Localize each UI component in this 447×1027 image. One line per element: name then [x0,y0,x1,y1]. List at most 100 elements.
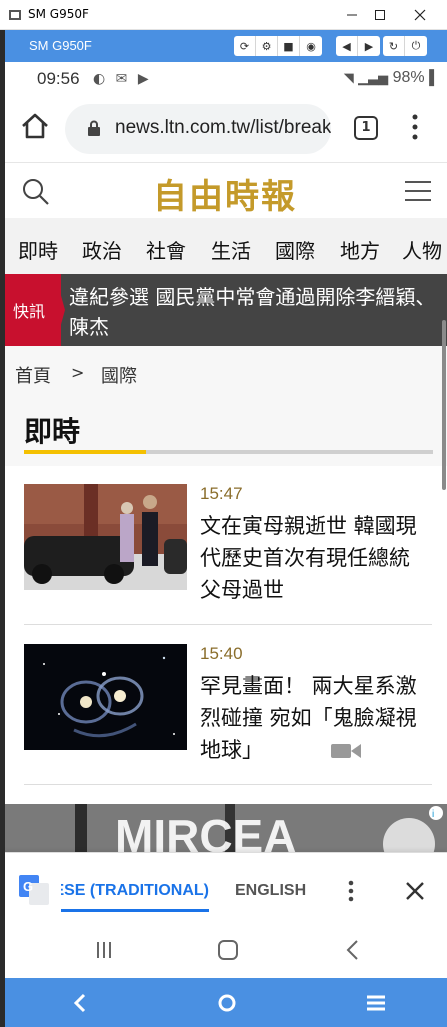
target-language-tab[interactable]: ENGLISH [235,882,306,900]
mirror-bottom-bar [5,978,447,1027]
home-icon[interactable] [19,110,51,142]
volume-down-button[interactable]: ◀ [336,36,358,56]
article-title[interactable]: 罕見畫面！ 兩大星系激烈碰撞 宛如「鬼臉凝視地球」 [200,670,430,766]
video-button[interactable]: ■ [278,36,300,56]
refresh-button[interactable]: ↻ [383,36,405,56]
section-underline [24,450,433,454]
svg-text:G: G [23,879,33,894]
svg-text:i: i [432,809,434,820]
close-icon[interactable] [403,879,427,903]
device-toolbar: SM G950F ⟳ ⚙ ■ ◉ ◀ ▶ ↻ ⏻ [5,30,447,62]
article-list: 15:47 文在寅母親逝世 韓國現代歷史首次有現任總統父母過世 15:40 罕見… [5,466,447,806]
list-item[interactable]: 15:47 文在寅母親逝世 韓國現代歷史首次有現任總統父母過世 [5,466,447,624]
source-language-underline [61,909,209,912]
video-icon: ■ [283,39,294,53]
menu-icon [367,995,385,1011]
source-language-tab[interactable]: CHINESE (TRADITIONAL) [61,882,209,900]
svg-text:MIRCEA: MIRCEA [115,810,296,856]
breadcrumb-current[interactable]: 國際 [101,362,137,388]
maximize-icon [375,10,385,20]
volume-down-icon: ◀ [342,39,351,53]
close-icon [414,9,426,21]
breaking-headline[interactable]: 違紀參選 國民黨中常會通過開除李縉穎、陳杰 [69,282,439,342]
more-vert-icon[interactable] [345,879,357,903]
back-button[interactable] [338,936,368,964]
android-status-bar: 09:56 ◐ ✉ ▶ ◥ ▁▃▅ 98% ▌ [5,62,447,96]
mirror-home-button[interactable] [212,988,242,1018]
category-item[interactable]: 即時 [18,235,58,264]
category-item[interactable]: 生活 [211,235,251,264]
rotate-button[interactable]: ⟳ [234,36,256,56]
section-underline-accent [24,450,146,454]
notification-icons: ◐ ✉ ▶ [93,71,152,87]
article-photo [24,484,187,590]
lock-icon [88,120,100,136]
list-divider [24,784,432,785]
app-icon [9,10,21,20]
home-button[interactable] [213,936,243,964]
breaking-tag-label: 快訊 [13,302,46,321]
tab-switcher-button[interactable]: 1 [354,116,378,140]
notification-icon: ◐ [93,71,109,87]
camera-icon: ◉ [306,39,316,53]
category-item[interactable]: 人物 [402,235,442,264]
video-camera-icon [331,744,361,758]
category-item[interactable]: 地方 [340,235,380,264]
page-scrollbar[interactable] [442,320,446,490]
article-thumbnail[interactable] [24,644,187,750]
status-right: ◥ ▁▃▅ 98% ▌ [344,69,439,87]
app-icon: ▶ [137,71,152,87]
article-thumbnail[interactable] [24,484,187,590]
category-item[interactable]: 政治 [82,235,122,264]
toolbar-group-power: ↻ ⏻ [383,36,427,56]
refresh-icon: ↻ [388,39,399,53]
battery-level: 98% [392,69,425,86]
section-header: 即時 [5,400,447,466]
mirror-back-button[interactable] [65,988,95,1018]
battery-icon: ▌ [429,69,439,85]
back-arrow-icon [73,993,86,1013]
volume-up-button[interactable]: ▶ [358,36,380,56]
window-title: SM G950F [28,7,89,21]
status-time: 09:56 [37,69,80,88]
breadcrumb-separator: > [71,363,85,382]
browser-toolbar: news.ltn.com.tw/list/breakingnews/world … [5,96,447,162]
hamburger-menu-icon[interactable] [405,180,431,202]
power-button[interactable]: ⏻ [405,36,427,56]
signal-icon: ▁▃▅ [358,70,389,85]
category-item[interactable]: 社會 [146,235,186,264]
breaking-tag: 快訊 [5,274,65,346]
device-name: SM G950F [29,38,92,53]
close-window-button[interactable] [404,0,436,30]
ad-banner[interactable]: MIRCEA i [5,804,447,856]
section-title: 即時 [24,415,81,448]
breadcrumb: 首頁 > 國際 [5,346,447,400]
recent-apps-button[interactable] [89,936,119,964]
recents-icon [97,942,111,958]
address-bar[interactable]: news.ltn.com.tw/list/breakingnews/world [65,104,331,154]
category-item[interactable]: 國際 [275,235,315,264]
rotate-icon: ⟳ [239,39,250,53]
maximize-button[interactable] [364,0,396,30]
toolbar-group-capture: ⟳ ⚙ ■ ◉ [234,36,322,56]
article-title[interactable]: 文在寅母親逝世 韓國現代歷史首次有現任總統父母過世 [200,510,430,606]
wifi-icon: ◥ [343,70,354,85]
site-logo[interactable]: 自由時報 [153,169,297,218]
mirror-menu-button[interactable] [361,988,391,1018]
camera-button[interactable]: ◉ [300,36,322,56]
article-time: 15:40 [200,644,243,663]
more-vert-icon[interactable] [409,112,421,142]
android-nav-bar [5,920,447,978]
breadcrumb-home[interactable]: 首頁 [15,362,51,388]
back-chevron-icon [346,940,358,960]
breaking-news-ticker[interactable]: 快訊 違紀參選 國民黨中常會通過開除李縉穎、陳杰 [5,274,447,346]
article-time: 15:47 [200,484,243,503]
home-square-icon [218,940,238,960]
mail-icon: ✉ [115,71,131,87]
volume-up-icon: ▶ [364,39,374,53]
translate-bar: G CHINESE (TRADITIONAL) ENGLISH [5,852,447,920]
settings-button[interactable]: ⚙ [256,36,278,56]
list-item[interactable]: 15:40 罕見畫面！ 兩大星系激烈碰撞 宛如「鬼臉凝視地球」 [5,626,447,784]
article-photo [24,644,187,750]
search-icon[interactable] [21,177,51,207]
